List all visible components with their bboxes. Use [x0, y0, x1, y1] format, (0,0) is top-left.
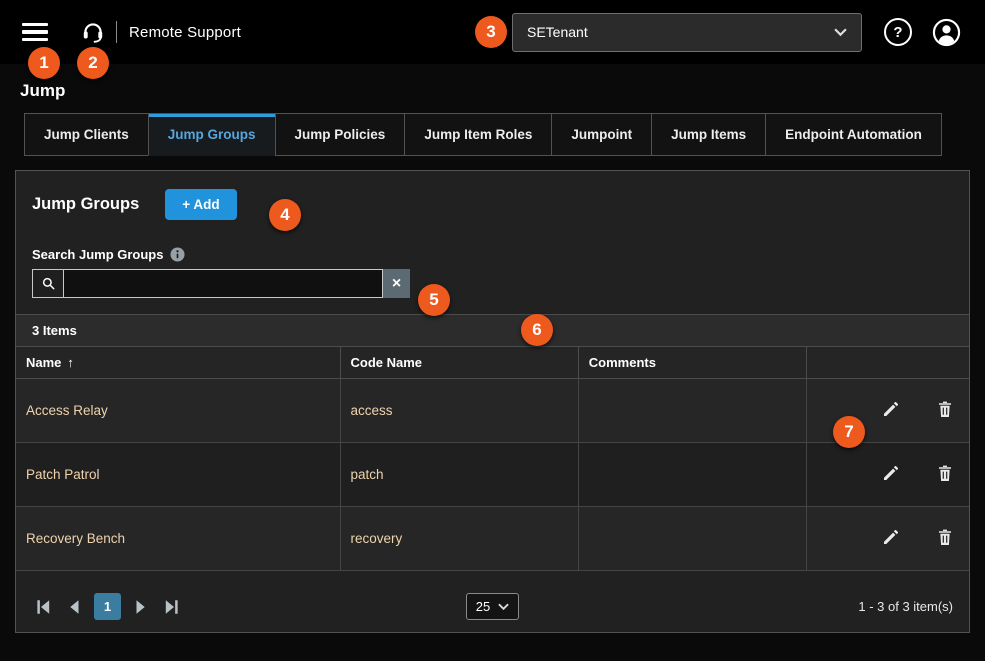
pagination-range-text: 1 - 3 of 3 item(s): [858, 599, 953, 614]
delete-icon[interactable]: [931, 395, 959, 426]
pagination-bar: 1 25 1 - 3 of 3 item(s): [16, 583, 969, 632]
callout-badge-2: 2: [77, 47, 109, 79]
tab-jump-clients[interactable]: Jump Clients: [24, 113, 149, 156]
support-agent-icon[interactable]: [80, 19, 106, 45]
account-icon[interactable]: [932, 18, 961, 47]
page-size-value: 25: [475, 599, 491, 614]
cell-comments: [578, 506, 808, 571]
edit-icon[interactable]: [877, 395, 905, 426]
callout-badge-7: 7: [833, 416, 865, 448]
cell-name: Access Relay: [16, 378, 341, 443]
menu-icon[interactable]: [22, 22, 48, 42]
column-label: Code Name: [350, 355, 423, 370]
edit-icon[interactable]: [877, 459, 905, 490]
column-label: Name: [26, 355, 62, 370]
cell-name: Recovery Bench: [16, 506, 341, 571]
cell-comments: [578, 378, 808, 443]
callout-badge-1: 1: [28, 47, 60, 79]
app-title: Remote Support: [129, 23, 242, 41]
info-icon[interactable]: [170, 247, 186, 262]
tab-label: Jump Groups: [167, 127, 256, 142]
search-label: Search Jump Groups: [32, 247, 164, 262]
delete-icon[interactable]: [931, 459, 959, 490]
help-icon[interactable]: ?: [884, 18, 912, 46]
tenant-dropdown-value: SETenant: [527, 24, 588, 40]
tab-jump-groups[interactable]: Jump Groups: [147, 113, 276, 156]
tab-label: Endpoint Automation: [785, 127, 922, 142]
chevron-down-icon: [834, 24, 847, 40]
tab-jump-item-roles[interactable]: Jump Item Roles: [404, 113, 553, 156]
last-page-icon[interactable]: [161, 596, 183, 618]
tenant-dropdown[interactable]: SETenant: [512, 12, 862, 52]
tab-jumpoint[interactable]: Jumpoint: [551, 113, 653, 156]
tab-jump-policies[interactable]: Jump Policies: [274, 113, 406, 156]
column-label: Comments: [588, 355, 656, 370]
delete-icon[interactable]: [931, 523, 959, 554]
tab-label: Jump Clients: [44, 127, 129, 142]
search-icon: [33, 270, 64, 297]
tab-bar: Jump Clients Jump Groups Jump Policies J…: [24, 113, 985, 156]
cell-code-name: recovery: [340, 506, 579, 571]
column-header-name[interactable]: Name ↑: [16, 347, 341, 379]
cell-code-name: patch: [340, 442, 579, 507]
search-input[interactable]: [64, 270, 382, 297]
tab-endpoint-automation[interactable]: Endpoint Automation: [765, 113, 942, 156]
column-header-actions: [806, 347, 969, 379]
tab-jump-items[interactable]: Jump Items: [651, 113, 767, 156]
cell-name: Patch Patrol: [16, 442, 341, 507]
table-row: Access Relay access: [16, 378, 969, 443]
tab-label: Jump Item Roles: [424, 127, 533, 142]
callout-badge-4: 4: [269, 199, 301, 231]
sort-asc-icon: ↑: [67, 355, 74, 370]
jump-groups-table: Name ↑ Code Name Comments Access Relay ac…: [16, 347, 969, 571]
callout-badge-5: 5: [418, 284, 450, 316]
column-header-code-name: Code Name: [340, 347, 579, 379]
page-size-dropdown[interactable]: 25: [465, 593, 520, 620]
previous-page-icon[interactable]: [63, 596, 85, 618]
items-count: 3 Items: [16, 314, 969, 347]
chevron-down-icon: [498, 603, 509, 610]
help-glyph: ?: [893, 23, 903, 41]
tab-label: Jumpoint: [571, 127, 633, 142]
page-title: Jump: [20, 81, 66, 100]
clear-search-icon[interactable]: ×: [383, 269, 410, 298]
first-page-icon[interactable]: [32, 596, 54, 618]
table-row: Recovery Bench recovery: [16, 506, 969, 571]
callout-badge-6: 6: [521, 314, 553, 346]
tab-label: Jump Items: [671, 127, 747, 142]
edit-icon[interactable]: [877, 523, 905, 554]
tab-label: Jump Policies: [294, 127, 386, 142]
page-number[interactable]: 1: [94, 593, 121, 620]
add-button[interactable]: + Add: [165, 189, 237, 220]
callout-badge-3: 3: [475, 16, 507, 48]
cell-code-name: access: [340, 378, 579, 443]
next-page-icon[interactable]: [130, 596, 152, 618]
cell-comments: [578, 442, 808, 507]
table-row: Patch Patrol patch: [16, 442, 969, 507]
divider: [116, 21, 117, 43]
panel-heading: Jump Groups: [32, 195, 140, 213]
column-header-comments: Comments: [578, 347, 808, 379]
jump-groups-panel: Jump Groups + Add Search Jump Groups × 3…: [15, 170, 970, 633]
